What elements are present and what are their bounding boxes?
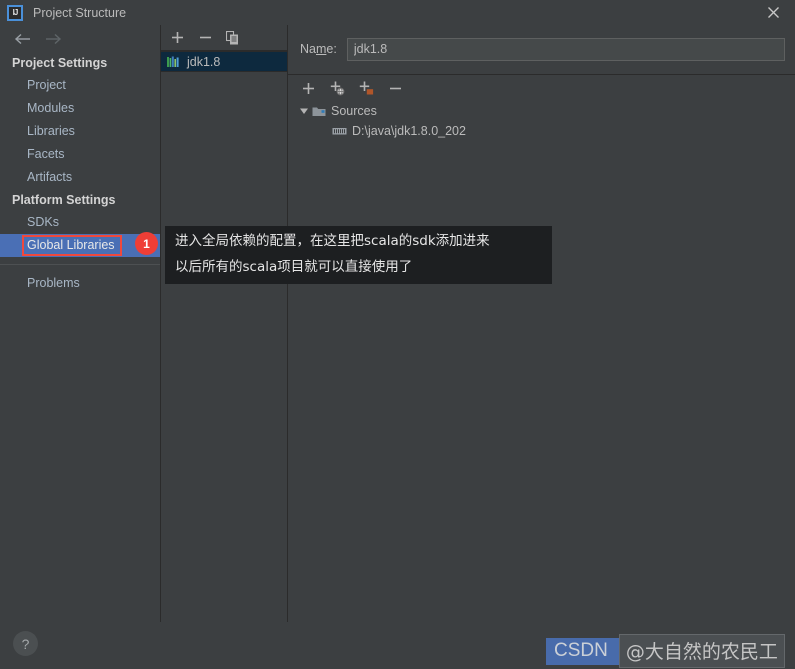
navigation-arrows <box>0 25 160 52</box>
sidebar-item-modules[interactable]: Modules <box>0 97 160 120</box>
chevron-down-icon[interactable] <box>296 106 312 116</box>
sidebar-heading-platform-settings: Platform Settings <box>12 193 116 207</box>
tree-row-label: Sources <box>331 104 377 118</box>
annotation-tooltip: 进入全局依赖的配置，在这里把scala的sdk添加进来 以后所有的scala项目… <box>165 226 552 284</box>
sidebar-item-artifacts[interactable]: Artifacts <box>0 166 160 189</box>
watermark-brand: CSDN <box>546 637 619 665</box>
libraries-toolbar <box>161 25 287 51</box>
help-button[interactable]: ? <box>13 631 38 656</box>
tree-row-label: D:\java\jdk1.8.0_202 <box>352 124 466 138</box>
name-row: Name: <box>288 33 795 65</box>
sidebar-divider <box>0 264 160 265</box>
window-title: Project Structure <box>33 5 127 20</box>
name-label: Name: <box>300 42 337 56</box>
tooltip-line-1: 进入全局依赖的配置，在这里把scala的sdk添加进来 <box>175 233 490 249</box>
sidebar-heading-project-settings: Project Settings <box>12 56 108 70</box>
library-detail-panel: Name: jdk1.8 Sources D:\java\jdk1.8.0_20… <box>288 25 795 622</box>
intellij-logo-icon: IJ <box>7 4 23 21</box>
sidebar-item-sdks[interactable]: SDKs <box>0 211 160 234</box>
logo-text: IJ <box>12 7 19 17</box>
watermark: CSDN @大自然的农民工 <box>546 634 785 668</box>
title-bar: IJ Project Structure <box>0 0 795 25</box>
watermark-user: @大自然的农民工 <box>618 634 785 668</box>
annotation-highlight-box <box>22 235 122 256</box>
module-path-icon <box>332 125 347 137</box>
forward-arrow-icon[interactable] <box>38 28 68 50</box>
tooltip-line-2: 以后所有的scala项目就可以直接使用了 <box>175 259 413 275</box>
copy-button[interactable] <box>225 30 241 46</box>
name-input[interactable] <box>346 37 785 61</box>
libraries-list-panel: jdk1.8 <box>160 25 288 622</box>
remove-button[interactable] <box>197 30 213 46</box>
add-folder-button[interactable] <box>358 80 374 96</box>
annotation-badge-1: 1 <box>135 232 158 255</box>
sidebar-item-project[interactable]: Project <box>0 74 160 97</box>
project-structure-dialog: IJ Project Structure Project Settings Pr… <box>0 0 795 669</box>
close-icon[interactable] <box>751 0 795 25</box>
add-button[interactable] <box>169 30 185 46</box>
library-paths-tree: Sources D:\java\jdk1.8.0_202 <box>288 101 795 141</box>
list-item[interactable]: jdk1.8 <box>161 51 287 72</box>
tree-row-path[interactable]: D:\java\jdk1.8.0_202 <box>296 121 795 141</box>
sidebar-item-problems[interactable]: Problems <box>0 272 160 295</box>
tree-row-sources[interactable]: Sources <box>296 101 795 121</box>
library-paths-toolbar <box>288 75 795 101</box>
add-path-button[interactable] <box>300 80 316 96</box>
sdk-icon <box>167 56 181 68</box>
list-item-label: jdk1.8 <box>187 54 221 69</box>
sidebar-item-facets[interactable]: Facets <box>0 143 160 166</box>
remove-path-button[interactable] <box>387 80 403 96</box>
sidebar: Project Settings Project Modules Librari… <box>0 25 160 622</box>
back-arrow-icon[interactable] <box>8 28 38 50</box>
sidebar-item-libraries[interactable]: Libraries <box>0 120 160 143</box>
add-url-button[interactable] <box>329 80 345 96</box>
sources-folder-icon <box>312 105 326 117</box>
